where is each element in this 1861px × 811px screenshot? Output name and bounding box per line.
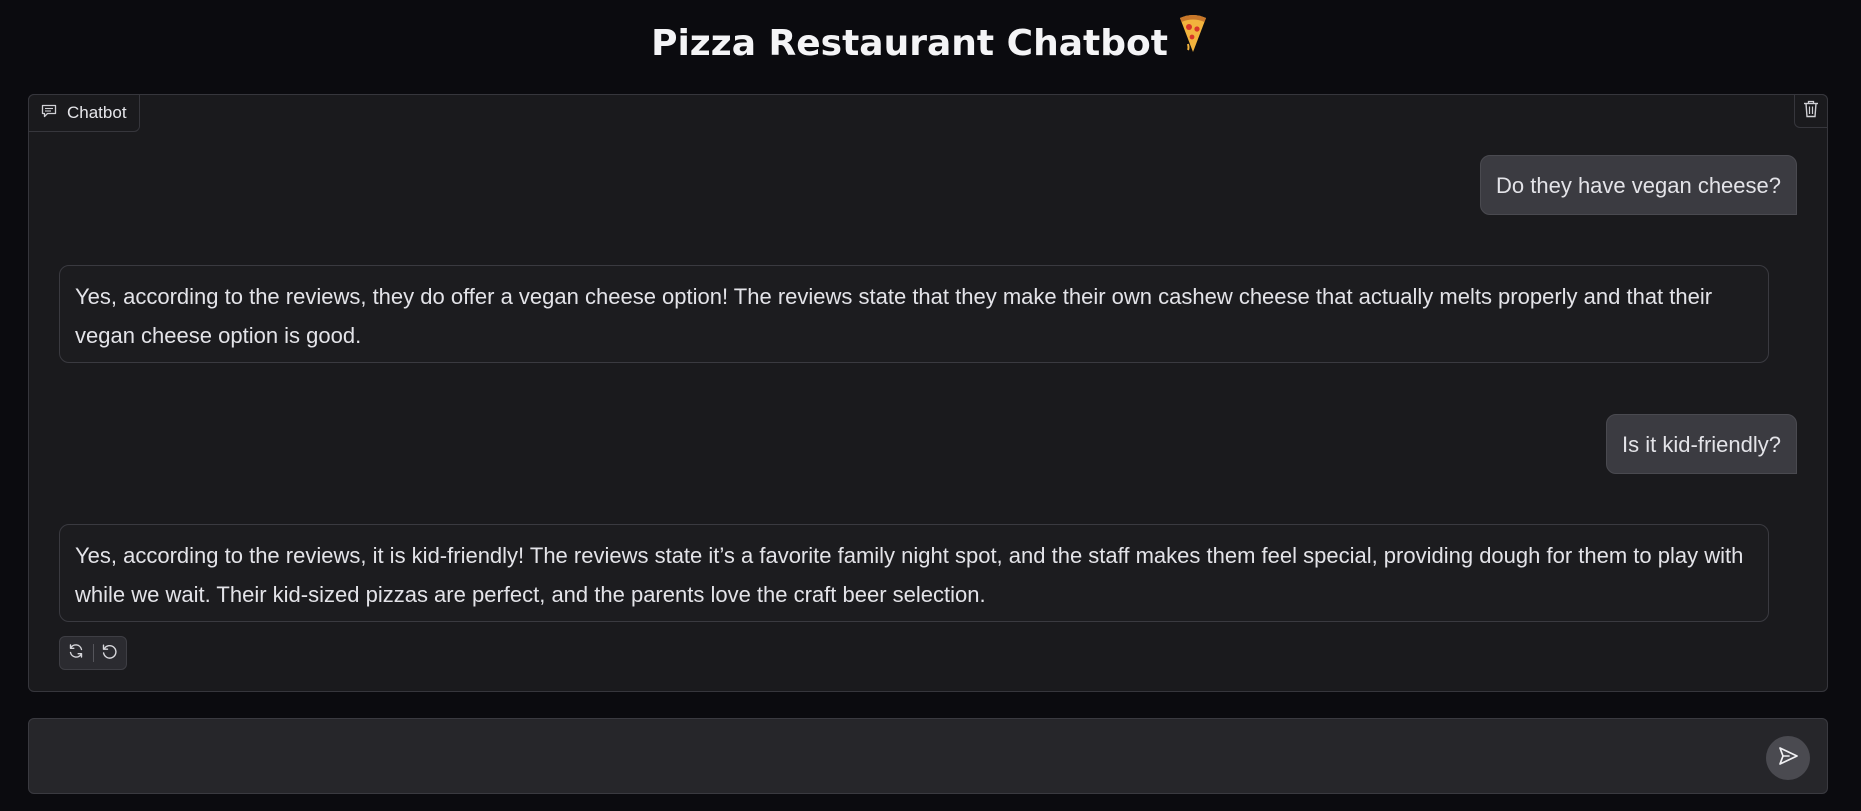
bot-message: Yes, according to the reviews, they do o… xyxy=(59,265,1769,363)
message-actions xyxy=(59,636,127,670)
chatbot-panel: Chatbot Do they have vegan cheese? Yes, … xyxy=(28,94,1828,692)
chatbot-label-text: Chatbot xyxy=(67,103,127,122)
message-input-box xyxy=(28,718,1828,794)
undo-icon xyxy=(101,643,118,664)
app-root: Pizza Restaurant Chatbot Chatbot Do they… xyxy=(0,0,1861,811)
chatbot-label: Chatbot xyxy=(28,94,140,132)
pizza-icon xyxy=(1176,14,1210,69)
send-button[interactable] xyxy=(1766,736,1810,780)
retry-icon xyxy=(68,643,84,663)
send-icon xyxy=(1777,745,1799,771)
chat-icon xyxy=(41,103,57,123)
undo-button[interactable] xyxy=(93,637,126,669)
user-message: Do they have vegan cheese? xyxy=(1480,155,1797,215)
clear-chat-button[interactable] xyxy=(1794,94,1828,128)
page-title-text: Pizza Restaurant Chatbot xyxy=(651,23,1168,64)
retry-button[interactable] xyxy=(60,637,93,669)
bot-message: Yes, according to the reviews, it is kid… xyxy=(59,524,1769,622)
page-title: Pizza Restaurant Chatbot xyxy=(0,14,1861,70)
user-message: Is it kid-friendly? xyxy=(1606,414,1797,474)
message-input[interactable] xyxy=(43,733,1747,783)
trash-icon xyxy=(1803,100,1819,122)
